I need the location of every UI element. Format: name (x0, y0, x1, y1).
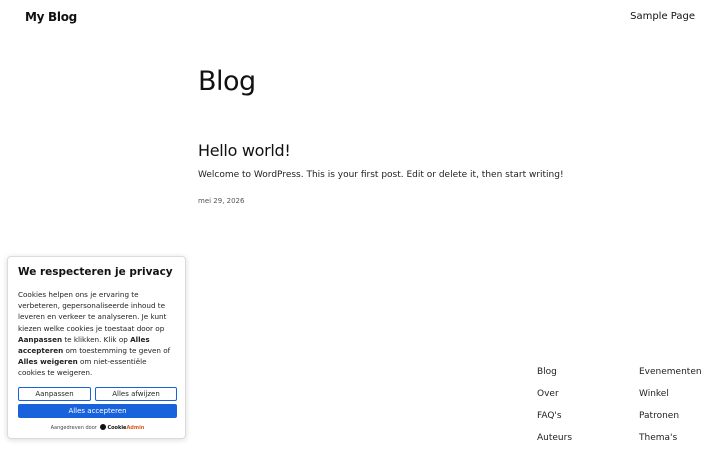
nav-link-sample-page[interactable]: Sample Page (630, 11, 695, 22)
cookie-text-bold-reject-all: Alles weigeren (18, 357, 78, 367)
post-title[interactable]: Hello world! (198, 141, 291, 160)
footer-link-over[interactable]: Over (537, 389, 559, 399)
brand-name-part2[interactable]: Admin (126, 425, 144, 431)
brand-name-part1[interactable]: Cookie (107, 425, 126, 431)
footer-link-patronen[interactable]: Patronen (639, 411, 679, 421)
footer-link-faqs[interactable]: FAQ's (537, 411, 562, 421)
site-title[interactable]: My Blog (25, 10, 77, 24)
reject-all-button[interactable]: Alles afwijzen (95, 387, 177, 401)
post-date[interactable]: mei 29, 2026 (198, 197, 244, 205)
powered-by: Aangedreven door CookieAdmin (8, 424, 187, 431)
cookie-button-row: Aanpassen Alles afwijzen (18, 387, 177, 401)
page-title: Blog (198, 66, 256, 97)
cookie-banner-description: Cookies helpen ons je ervaring te verbet… (18, 289, 175, 379)
footer-link-evenementen[interactable]: Evenementen (639, 367, 702, 377)
footer-link-blog[interactable]: Blog (537, 367, 557, 377)
cookieadmin-logo-icon (100, 424, 107, 430)
cookie-text-part: te klikken. Klik op (62, 334, 131, 344)
cookie-banner-title: We respecteren je privacy (18, 266, 173, 278)
cookie-text-part: om toestemming te geven of (63, 346, 171, 356)
post-excerpt: Welcome to WordPress. This is your first… (198, 170, 564, 180)
cookie-consent-banner: We respecteren je privacy Cookies helpen… (7, 256, 186, 439)
accept-all-button[interactable]: Alles accepteren (18, 404, 177, 418)
footer-link-themas[interactable]: Thema's (639, 433, 677, 443)
footer-link-auteurs[interactable]: Auteurs (537, 433, 572, 443)
powered-by-label: Aangedreven door (50, 425, 97, 431)
cookie-text-bold-customize: Aanpassen (18, 334, 63, 344)
footer-link-winkel[interactable]: Winkel (639, 389, 669, 399)
cookie-text-part: Cookies helpen ons je ervaring te verbet… (18, 290, 167, 333)
customize-button[interactable]: Aanpassen (18, 387, 91, 401)
